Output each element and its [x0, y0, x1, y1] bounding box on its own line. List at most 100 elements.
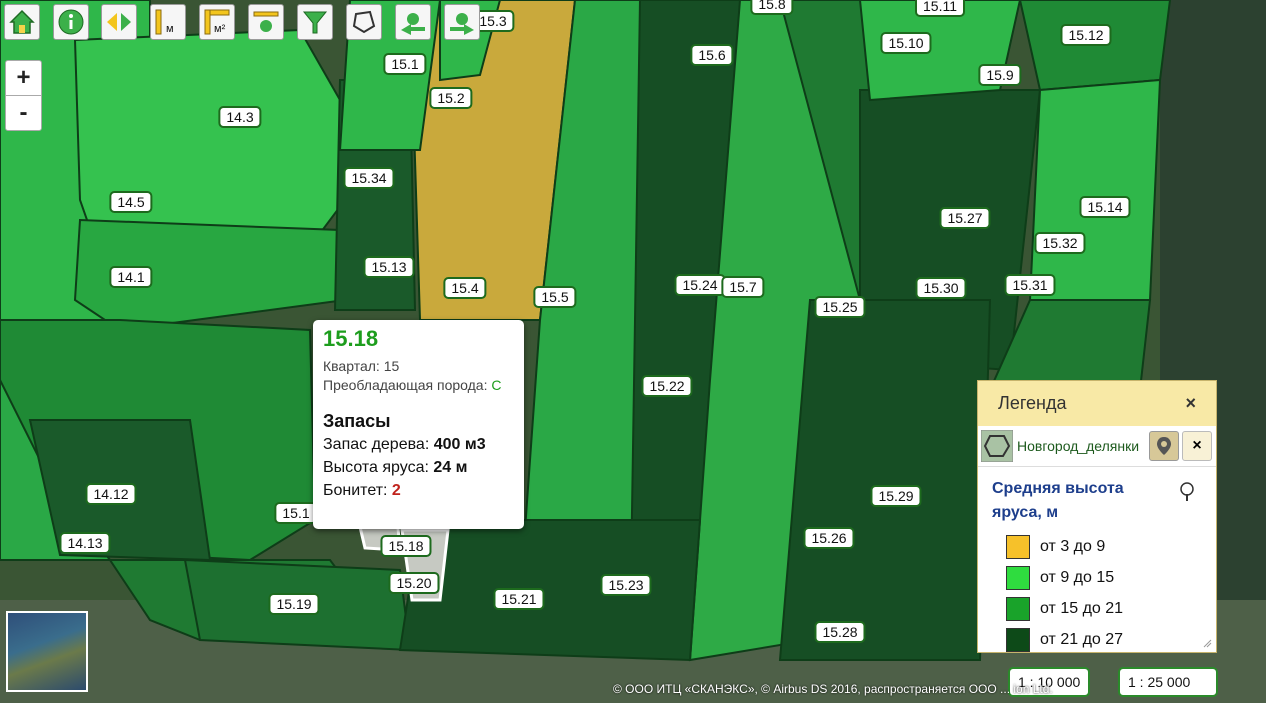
legend-item-label: от 3 до 9 — [1040, 537, 1106, 555]
parcel-label[interactable]: 15.2 — [429, 87, 473, 109]
home-icon — [9, 9, 35, 34]
parcel-label[interactable]: 14.3 — [218, 106, 262, 128]
parcel-label[interactable]: 15.13 — [363, 256, 415, 278]
legend-item: от 15 до 21 — [978, 593, 1216, 624]
measure-area-icon: м² — [204, 9, 230, 35]
home-button[interactable] — [4, 4, 40, 40]
parcel-label[interactable]: 14.13 — [59, 532, 111, 554]
stock-label: Запас дерева: — [323, 436, 430, 453]
parcel-label[interactable]: 15.29 — [870, 485, 922, 507]
parcel-label[interactable]: 15.20 — [388, 572, 440, 594]
bonitet-row: Бонитет: 2 — [323, 482, 514, 500]
parcel-label[interactable]: 15.7 — [721, 276, 765, 298]
legend-panel: Легенда × Новгород_делянки × Средняя выс… — [977, 380, 1217, 653]
parcel-label[interactable]: 15.10 — [880, 32, 932, 54]
layers-button[interactable] — [248, 4, 284, 40]
kvartal-row: Квартал: 15 — [323, 358, 514, 374]
measure-length-button[interactable]: м — [150, 4, 186, 40]
kvartal-value: 15 — [383, 358, 400, 374]
legend-layer-row: Новгород_делянки × — [978, 426, 1216, 467]
parcel-label[interactable]: 15.6 — [690, 44, 734, 66]
parcel-label[interactable]: 14.5 — [109, 191, 153, 213]
layers-icon — [253, 11, 279, 32]
parcel-label[interactable]: 14.12 — [85, 483, 137, 505]
parcel-label[interactable]: 15.1 — [274, 502, 318, 524]
legend-swatch — [1006, 565, 1030, 590]
polygon-select-button[interactable] — [346, 4, 382, 40]
polygon-layer-icon — [981, 430, 1013, 462]
stock-section-title: Запасы — [323, 411, 391, 431]
zoom-in-button[interactable]: + — [6, 61, 41, 96]
parcel-label[interactable]: 15.28 — [814, 621, 866, 643]
height-row: Высота яруса: 24 м — [323, 459, 514, 477]
overview-minimap[interactable] — [6, 611, 88, 692]
zoom-next-icon — [450, 13, 474, 35]
info-icon — [58, 9, 84, 35]
bonitet-value: 2 — [391, 482, 401, 499]
parcel-label[interactable]: 15.22 — [641, 375, 693, 397]
bonitet-label: Бонитет: — [323, 482, 388, 499]
legend-close-button[interactable]: × — [1185, 393, 1196, 414]
parcel-label[interactable]: 15.9 — [978, 64, 1022, 86]
stock-value: 400 м3 — [433, 436, 486, 453]
pan-button[interactable] — [101, 4, 137, 40]
filter-icon — [302, 11, 328, 34]
parcel-label[interactable]: 15.4 — [443, 277, 487, 299]
layer-location-button[interactable] — [1149, 431, 1179, 461]
parcel-info-popup: 15.18 Квартал: 15 Преобладающая порода: … — [313, 320, 524, 529]
svg-text:м: м — [166, 23, 174, 35]
legend-items: от 3 до 9 от 9 до 15 от 15 до 21 от 21 до 2… — [978, 531, 1216, 655]
zoom-next-button[interactable] — [444, 4, 480, 40]
legend-section-header: Средняя высота яруса, м — [978, 467, 1216, 531]
parcel-label[interactable]: 14.1 — [109, 266, 153, 288]
legend-header: Легенда × — [978, 381, 1216, 426]
parcel-label[interactable]: 15.18 — [380, 535, 432, 557]
species-label: Преобладающая порода: — [323, 377, 488, 393]
legend-swatch — [1006, 627, 1030, 652]
parcel-label[interactable]: 15.32 — [1034, 232, 1086, 254]
parcel-label[interactable]: 15.26 — [803, 527, 855, 549]
zoom-previous-button[interactable] — [395, 4, 431, 40]
parcel-label[interactable]: 15.25 — [814, 296, 866, 318]
legend-layer-name[interactable]: Новгород_делянки — [1017, 438, 1149, 454]
parcel-label[interactable]: 15.30 — [915, 277, 967, 299]
parcel-label[interactable]: 15.21 — [493, 588, 545, 610]
measure-area-button[interactable]: м² — [199, 4, 235, 40]
parcel-label[interactable]: 15.11 — [915, 0, 965, 17]
legend-item: от 9 до 15 — [978, 562, 1216, 593]
parcel-id: 15.18 — [323, 326, 379, 351]
legend-swatch — [1006, 596, 1030, 621]
parcel-label[interactable]: 15.1 — [383, 53, 427, 75]
zoom-prev-icon — [401, 13, 425, 35]
species-value: С — [491, 377, 502, 393]
height-value: 24 м — [433, 459, 468, 476]
tree-icon — [1180, 482, 1194, 501]
legend-swatch — [1006, 534, 1030, 559]
info-button[interactable] — [53, 4, 89, 40]
parcel-label[interactable]: 15.27 — [939, 207, 991, 229]
polygon-select-icon — [352, 10, 376, 34]
parcel-label[interactable]: 15.31 — [1004, 274, 1056, 296]
parcel-label[interactable]: 15.8 — [750, 0, 794, 15]
legend-attribute-title: Средняя высота яруса, м — [992, 480, 1124, 521]
parcel-label[interactable]: 15.14 — [1079, 196, 1131, 218]
legend-item: от 3 до 9 — [978, 531, 1216, 562]
parcel-label[interactable]: 15.12 — [1060, 24, 1112, 46]
resize-handle-icon[interactable] — [1202, 638, 1212, 648]
parcel-label[interactable]: 15.34 — [343, 167, 395, 189]
legend-item-label: от 15 до 21 — [1040, 599, 1124, 617]
zoom-out-button[interactable]: - — [6, 96, 41, 130]
legend-item-label: от 21 до 27 — [1040, 630, 1124, 648]
parcel-label[interactable]: 15.24 — [674, 274, 726, 296]
height-label: Высота яруса: — [323, 459, 429, 476]
parcel-label[interactable]: 15.19 — [268, 593, 320, 615]
filter-button[interactable] — [297, 4, 333, 40]
parcel-label[interactable]: 15.23 — [600, 574, 652, 596]
species-row: Преобладающая порода: С — [323, 377, 514, 393]
stock-row: Запас дерева: 400 м3 — [323, 436, 514, 454]
layer-remove-button[interactable]: × — [1182, 431, 1212, 461]
parcel-label[interactable]: 15.5 — [533, 286, 577, 308]
legend-item-label: от 9 до 15 — [1040, 568, 1115, 586]
map-pin-icon — [1157, 437, 1171, 455]
scale-1-25000[interactable]: 1 : 25 000 — [1118, 667, 1218, 697]
